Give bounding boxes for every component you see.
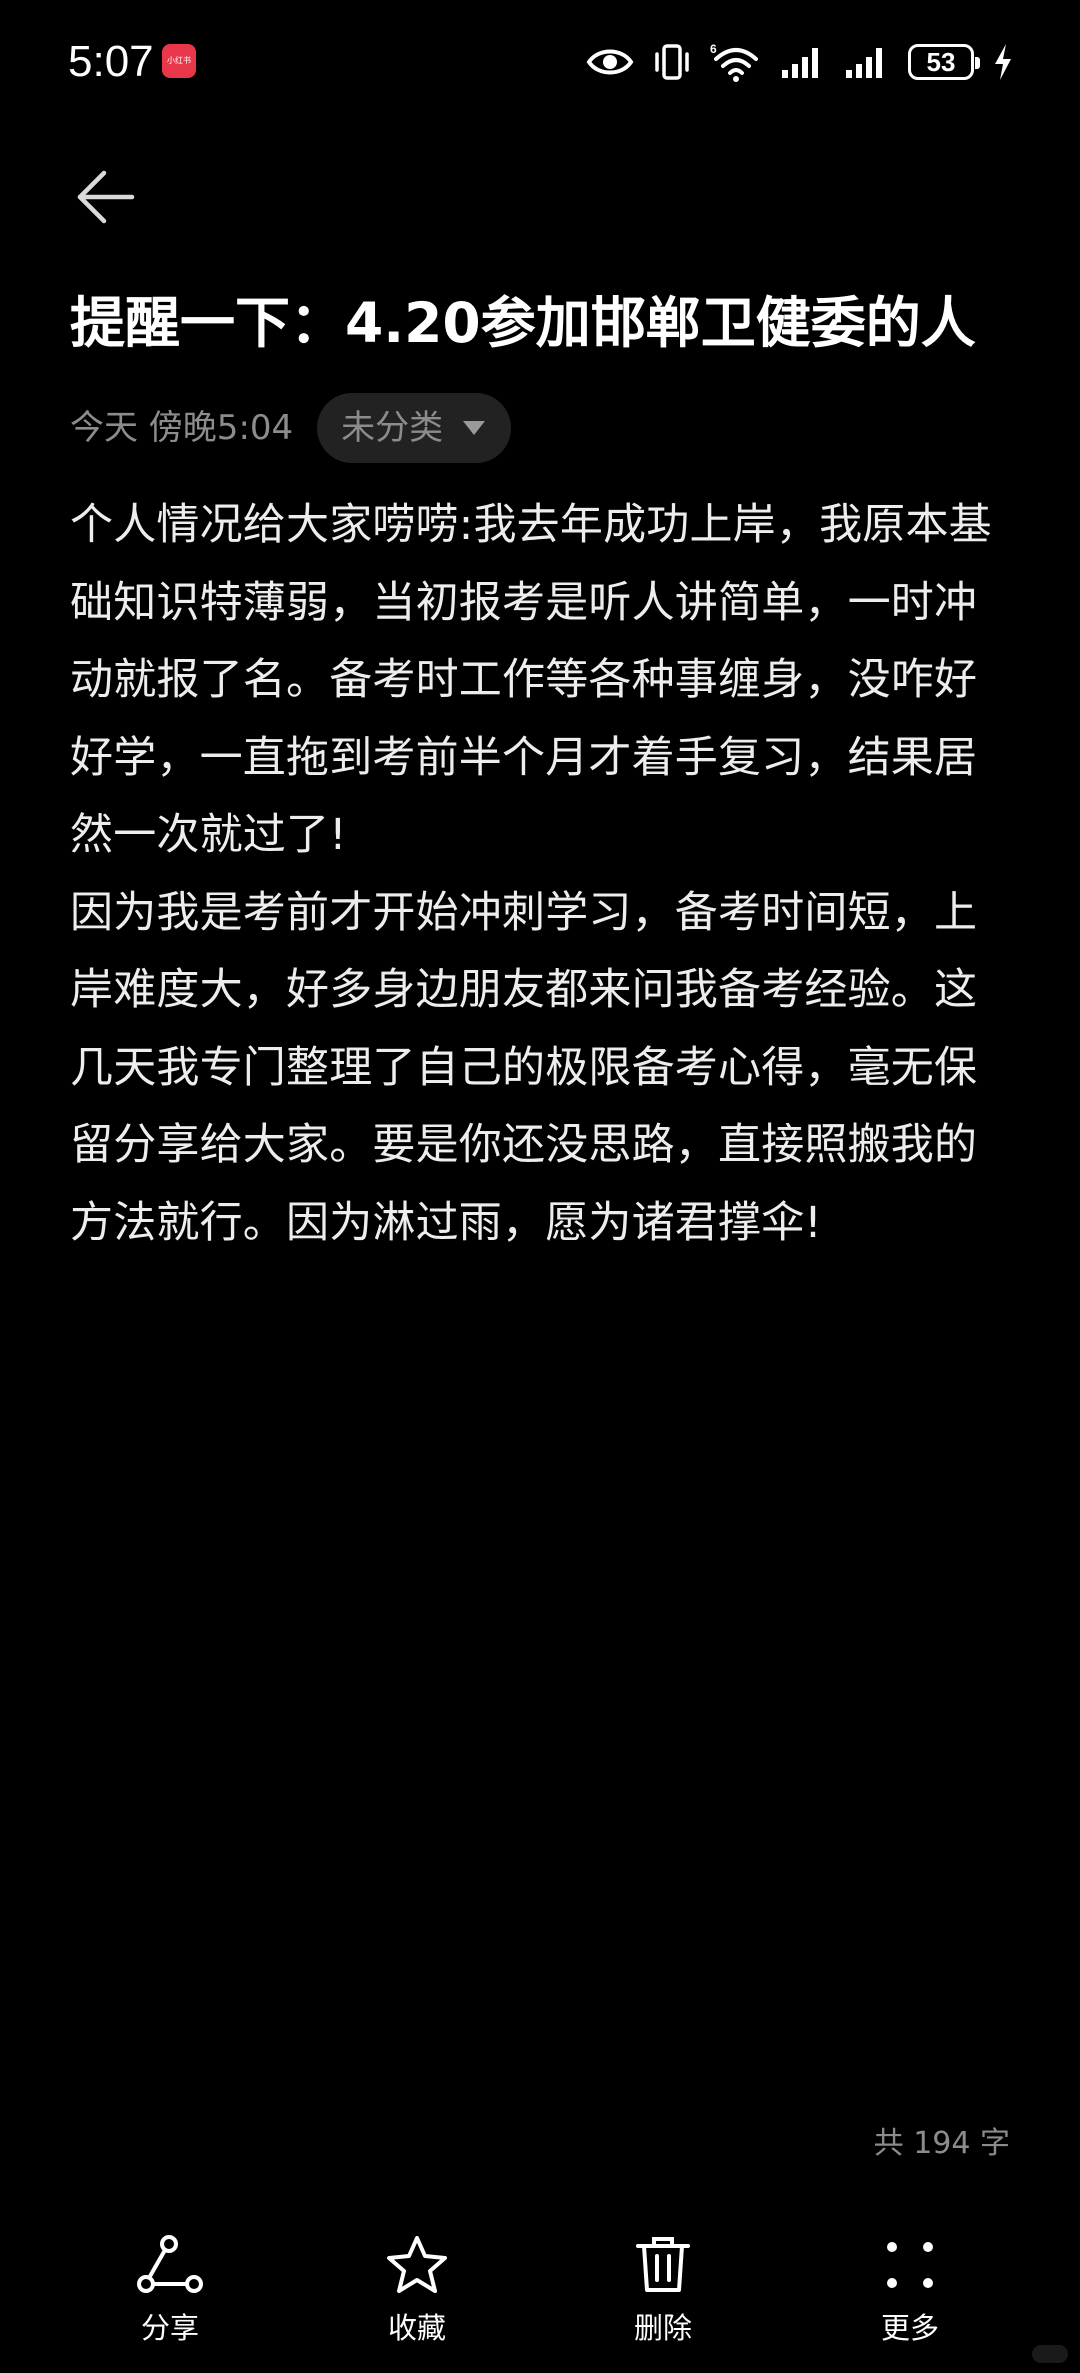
note-meta: 今天 傍晚5:04 未分类: [70, 392, 512, 464]
note-date: 今天 傍晚5:04: [70, 408, 294, 448]
more-label: 更多: [880, 2311, 939, 2345]
battery-icon: 53: [908, 44, 980, 80]
share-label: 分享: [140, 2311, 199, 2345]
charging-icon: [995, 44, 1011, 80]
eye-comfort-icon: [586, 49, 634, 75]
app-notification-badge: 小红书: [162, 44, 196, 78]
share-button[interactable]: 分享: [90, 2230, 250, 2360]
note-title[interactable]: 提醒一下：4.20参加邯郸卫健委的人: [70, 286, 1030, 360]
wifi-icon: 6: [710, 42, 758, 82]
signal-strength-icon: [782, 48, 818, 78]
favorite-label: 收藏: [387, 2311, 446, 2345]
more-dots-icon: [887, 2242, 933, 2288]
status-bar: 5:07 小红书 6 53: [0, 0, 1080, 120]
star-icon: [387, 2236, 447, 2293]
status-time: 5:07: [68, 37, 154, 86]
delete-label: 删除: [633, 2311, 692, 2345]
watermark: [1032, 2345, 1068, 2363]
word-count: 共 194 字: [873, 2126, 1010, 2161]
category-selector[interactable]: 未分类: [317, 393, 512, 463]
vibrate-icon: [655, 44, 689, 80]
status-icons: 6 53: [586, 38, 1014, 86]
trash-icon: [636, 2237, 690, 2292]
battery-level: 53: [926, 47, 956, 77]
share-icon: [137, 2235, 203, 2293]
more-button[interactable]: 更多: [830, 2230, 990, 2360]
note-body[interactable]: 个人情况给大家唠唠:我去年成功上岸，我原本基础知识特薄弱，当初报考是听人讲简单，…: [70, 487, 1020, 1262]
favorite-button[interactable]: 收藏: [337, 2230, 497, 2360]
dropdown-caret-icon: [463, 421, 486, 435]
category-label: 未分类: [341, 408, 444, 448]
svg-text:6: 6: [710, 42, 717, 56]
signal-strength-icon-2: [846, 48, 882, 78]
bottom-toolbar: 分享 收藏 删除 更多: [0, 2230, 1080, 2360]
delete-button[interactable]: 删除: [583, 2230, 743, 2360]
back-button[interactable]: [70, 162, 140, 232]
back-arrow-icon: [77, 170, 135, 224]
battery-tip: [975, 57, 980, 69]
